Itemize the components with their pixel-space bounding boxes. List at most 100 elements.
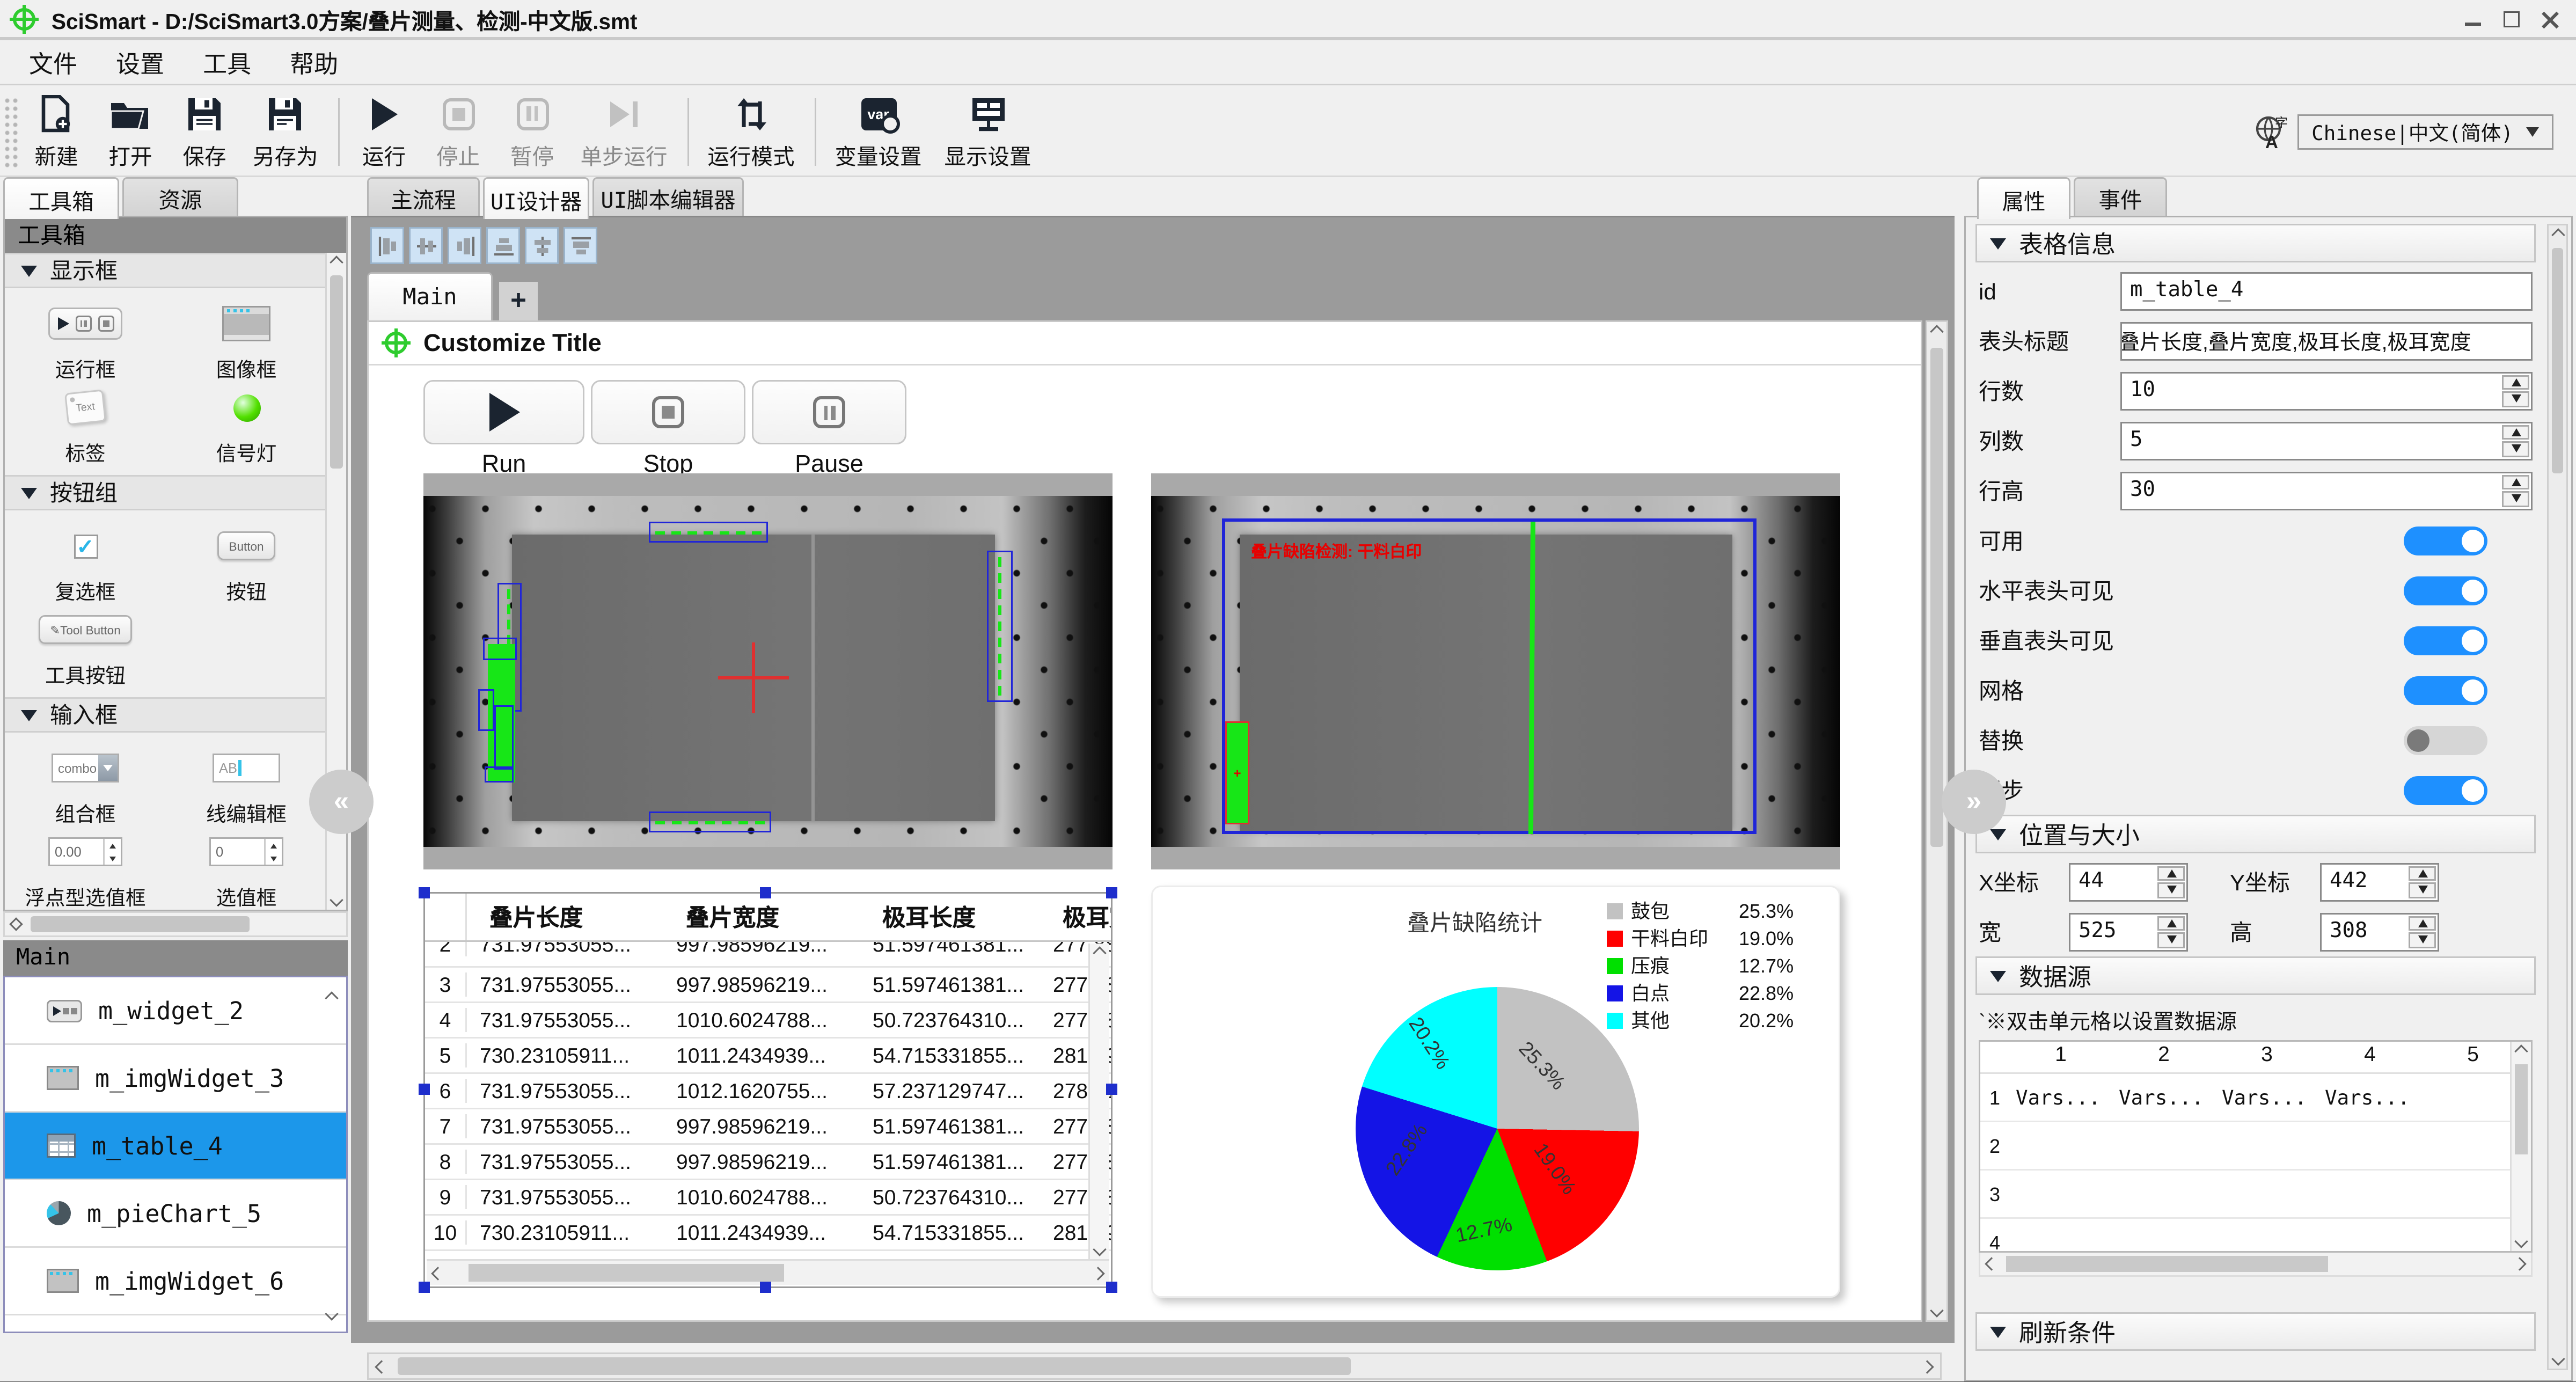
tab-properties[interactable]: 属性 <box>1977 177 2070 219</box>
scroll-right-icon[interactable] <box>2508 1253 2531 1275</box>
new-button[interactable]: 新建 <box>19 93 93 170</box>
row-count-spinbox[interactable]: 10 <box>2120 371 2533 410</box>
collapse-left-panel-button[interactable]: « <box>309 770 374 834</box>
pie-chart-widget-m_pieChart_5[interactable]: 叠片缺陷统计 鼓包 25.3% 干料白印 19.0% 压痕 12.7% 白点 22.8%… <box>1151 886 1840 1298</box>
selection-handle[interactable] <box>760 887 771 898</box>
scroll-right-icon[interactable] <box>5 913 27 935</box>
toolbox-item-button[interactable]: Button 按钮 <box>169 522 324 605</box>
id-input[interactable]: m_table_4 <box>2120 271 2533 310</box>
menu-tools[interactable]: 工具 <box>187 43 267 84</box>
spin-down-icon[interactable] <box>2157 932 2185 948</box>
toolbox-item-spinbox[interactable]: 0 选值框 <box>169 828 324 910</box>
toolbox-item-imageframe[interactable]: 图像框 <box>169 299 324 383</box>
ds-hscrollbar[interactable] <box>1979 1253 2533 1277</box>
tab-resources[interactable]: 资源 <box>122 177 238 216</box>
selection-handle[interactable] <box>760 1282 771 1293</box>
scroll-up-icon[interactable] <box>327 253 346 272</box>
table-vscrollbar[interactable] <box>1088 944 1109 1259</box>
section-buttons[interactable]: 按钮组 <box>5 475 327 510</box>
run-mode-button[interactable]: 运行模式 <box>697 93 806 170</box>
scroll-down-icon[interactable] <box>1927 1301 1946 1320</box>
width-spinbox[interactable]: 525 <box>2069 912 2188 951</box>
scroll-down-icon[interactable] <box>1090 1240 1109 1259</box>
tab-main-flow[interactable]: 主流程 <box>367 177 480 216</box>
open-button[interactable]: 打开 <box>93 93 167 170</box>
enabled-toggle[interactable] <box>2404 525 2487 555</box>
canvas-hscrollbar[interactable] <box>367 1352 1942 1380</box>
menu-help[interactable]: 帮助 <box>274 43 354 84</box>
save-button[interactable]: 保存 <box>167 93 241 170</box>
vheader-visible-toggle[interactable] <box>2404 625 2487 655</box>
grid-toggle[interactable] <box>2404 675 2487 705</box>
row-height-spinbox[interactable]: 30 <box>2120 471 2533 510</box>
toolbox-item-lineedit[interactable]: AB 线编辑框 <box>169 744 324 828</box>
section-refresh-condition[interactable]: 刷新条件 <box>1975 1312 2536 1351</box>
selection-handle[interactable] <box>1106 1282 1117 1293</box>
maximize-icon[interactable] <box>2502 9 2521 28</box>
align-hcenter-button[interactable] <box>409 227 443 264</box>
step-run-button[interactable]: 单步运行 <box>569 93 679 170</box>
col-count-spinbox[interactable]: 5 <box>2120 421 2533 460</box>
expand-right-panel-button[interactable]: » <box>1942 770 2006 834</box>
run-button[interactable]: 运行 <box>347 93 421 170</box>
tree-item-m_imgWidget_6[interactable]: m_imgWidget_6 <box>5 1248 346 1315</box>
scroll-up-icon[interactable] <box>2512 1042 2531 1061</box>
spin-up-icon[interactable] <box>2157 915 2185 931</box>
spin-up-icon[interactable] <box>2409 915 2436 931</box>
data-source-grid[interactable]: 1 2 3 4 5 1 Vars... Vars... Vars... Vars... … <box>1979 1040 2533 1253</box>
tree-item-m_imgWidget_3[interactable]: m_imgWidget_3 <box>5 1045 346 1113</box>
table-hscrollbar[interactable] <box>427 1259 1109 1285</box>
toolbar-grip[interactable] <box>3 96 19 167</box>
panel-vscrollbar[interactable] <box>2547 224 2568 1370</box>
toolbox-item-label[interactable]: Text 标签 <box>8 383 163 467</box>
variable-settings-button[interactable]: var 变量设置 <box>824 93 933 170</box>
height-spinbox[interactable]: 308 <box>2320 912 2439 951</box>
selection-handle[interactable] <box>419 887 430 898</box>
design-pause-button[interactable] <box>752 380 906 444</box>
save-as-button[interactable]: 另存为 <box>241 93 330 170</box>
close-icon[interactable] <box>2541 9 2560 28</box>
section-geometry[interactable]: 位置与大小 <box>1975 815 2536 853</box>
scroll-down-icon[interactable] <box>327 890 346 910</box>
section-display-frames[interactable]: 显示框 <box>5 253 327 288</box>
add-page-button[interactable]: + <box>499 282 538 320</box>
spin-down-icon[interactable] <box>2502 391 2529 407</box>
ds-vscrollbar[interactable] <box>2510 1042 2531 1251</box>
align-top-button[interactable] <box>564 227 597 264</box>
toolbox-item-combobox[interactable]: combo 组合框 <box>8 744 163 828</box>
spin-down-icon[interactable] <box>2502 491 2529 507</box>
replace-toggle[interactable] <box>2404 725 2487 755</box>
tree-item-m_widget_2[interactable]: m_widget_2 <box>5 977 346 1045</box>
spin-down-icon[interactable] <box>2409 882 2436 898</box>
minimize-icon[interactable] <box>2463 9 2483 28</box>
scroll-left-icon[interactable] <box>1980 1253 2003 1275</box>
tree-item-m_table_4[interactable]: m_table_4 <box>5 1113 346 1180</box>
spin-up-icon[interactable] <box>2157 865 2185 881</box>
y-spinbox[interactable]: 442 <box>2320 862 2439 901</box>
display-settings-button[interactable]: 显示设置 <box>933 93 1043 170</box>
toolbox-item-runframe[interactable]: 运行框 <box>8 299 163 383</box>
spin-up-icon[interactable] <box>2502 374 2529 390</box>
scroll-left-icon[interactable] <box>427 1261 449 1285</box>
tree-item-m_pieChart_5[interactable]: m_pieChart_5 <box>5 1180 346 1248</box>
section-table-info[interactable]: 表格信息 <box>1975 224 2536 262</box>
align-bottom-button[interactable] <box>486 227 520 264</box>
align-vcenter-button[interactable] <box>525 227 559 264</box>
scroll-up-icon[interactable] <box>2549 225 2566 245</box>
x-spinbox[interactable]: 44 <box>2069 862 2188 901</box>
canvas-vscrollbar[interactable] <box>1926 320 1948 1322</box>
design-run-button[interactable] <box>423 380 584 444</box>
spin-up-icon[interactable] <box>2502 474 2529 489</box>
spin-up-icon[interactable] <box>2502 424 2529 440</box>
menu-file[interactable]: 文件 <box>13 43 93 84</box>
toolbox-item-doublespinbox[interactable]: 0.00 浮点型选值框 <box>8 828 163 910</box>
align-right-button[interactable] <box>448 227 481 264</box>
table-widget-m_table_4[interactable]: 叠片长度 叠片宽度 极耳长度 极耳宽度 2731.97553055...997.… <box>419 887 1117 1293</box>
tab-ui-designer[interactable]: UI设计器 <box>483 177 589 219</box>
scroll-up-icon[interactable] <box>1927 322 1946 341</box>
scroll-down-icon[interactable] <box>2512 1232 2531 1251</box>
language-combobox[interactable]: Chinese|中文(简体) <box>2297 113 2553 149</box>
menu-settings[interactable]: 设置 <box>100 43 180 84</box>
page-tab-main[interactable]: Main <box>367 272 493 320</box>
toolbox-item-checkbox[interactable]: ✓ 复选框 <box>8 522 163 605</box>
